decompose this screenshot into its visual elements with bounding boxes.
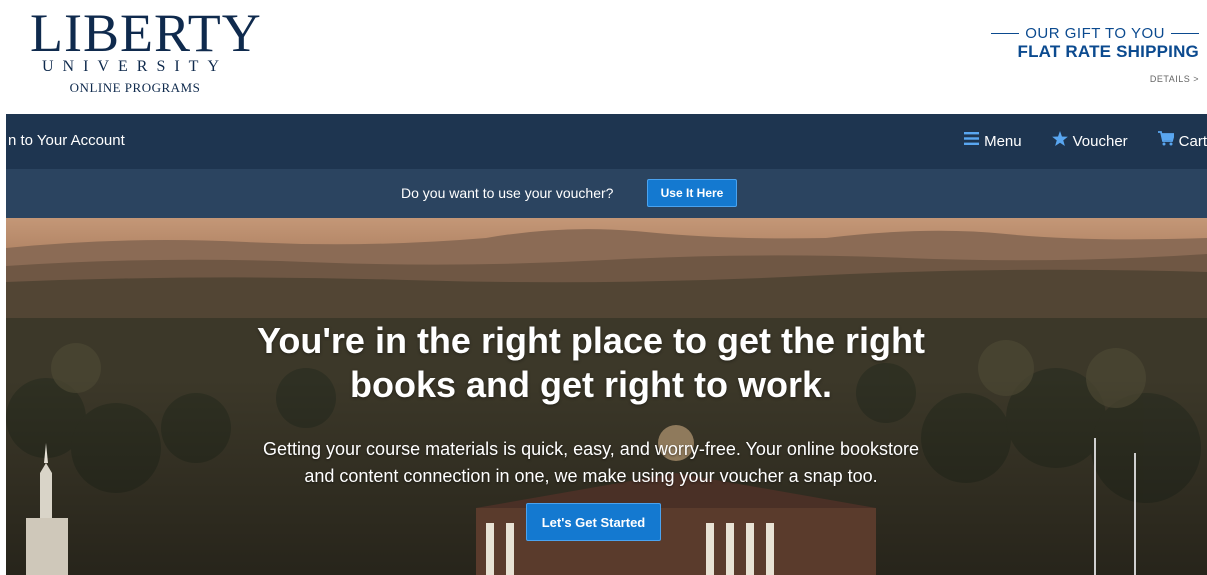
logo-wordmark: LIBERTY [30,3,262,63]
shipping-promo: OUR GIFT TO YOU FLAT RATE SHIPPING DETAI… [959,25,1199,84]
promo-tagline-row: OUR GIFT TO YOU [959,25,1199,42]
liberty-logo[interactable]: LIBERTY UNIVERSITY ONLINE PROGRAMS [30,3,262,96]
cart-label: Cart [1178,132,1207,150]
cart-button[interactable]: Cart [1157,131,1207,151]
hero-subtitle: Getting your course materials is quick, … [6,436,1176,490]
logo-online-programs: ONLINE PROGRAMS [69,80,201,95]
cart-icon [1157,131,1175,151]
get-started-button[interactable]: Let's Get Started [526,503,661,541]
hero-subtitle-line-2: and content connection in one, we make u… [304,466,878,486]
voucher-button[interactable]: Voucher [1051,131,1128,151]
hero-title-line-1: You're in the right place to get the rig… [257,320,925,361]
site-header: LIBERTY UNIVERSITY ONLINE PROGRAMS OUR G… [0,0,1207,114]
menu-icon [964,132,980,150]
hero-title: You're in the right place to get the rig… [6,319,1176,407]
nav-actions: Menu Voucher Cart [934,131,1207,151]
menu-button[interactable]: Menu [964,132,1022,150]
hero-title-line-2: books and get right to work. [349,364,832,405]
menu-label: Menu [984,132,1022,150]
promo-headline: FLAT RATE SHIPPING [1017,42,1199,61]
use-voucher-button[interactable]: Use It Here [647,179,737,207]
sign-in-link[interactable]: n to Your Account [8,132,125,149]
promo-rule-right [1171,33,1199,34]
voucher-question: Do you want to use your voucher? [401,185,614,201]
hero-banner: You're in the right place to get the rig… [6,218,1207,575]
logo-university: UNIVERSITY [42,58,228,75]
promo-tagline: OUR GIFT TO YOU [1025,25,1165,42]
main-nav: n to Your Account Menu Voucher Cart [6,114,1207,169]
voucher-label: Voucher [1072,132,1128,150]
promo-details-link[interactable]: DETAILS > [959,74,1199,84]
promo-rule-left [991,33,1020,34]
voucher-bar: Do you want to use your voucher? Use It … [6,169,1207,218]
star-icon [1051,131,1068,151]
hero-subtitle-line-1: Getting your course materials is quick, … [263,439,919,459]
